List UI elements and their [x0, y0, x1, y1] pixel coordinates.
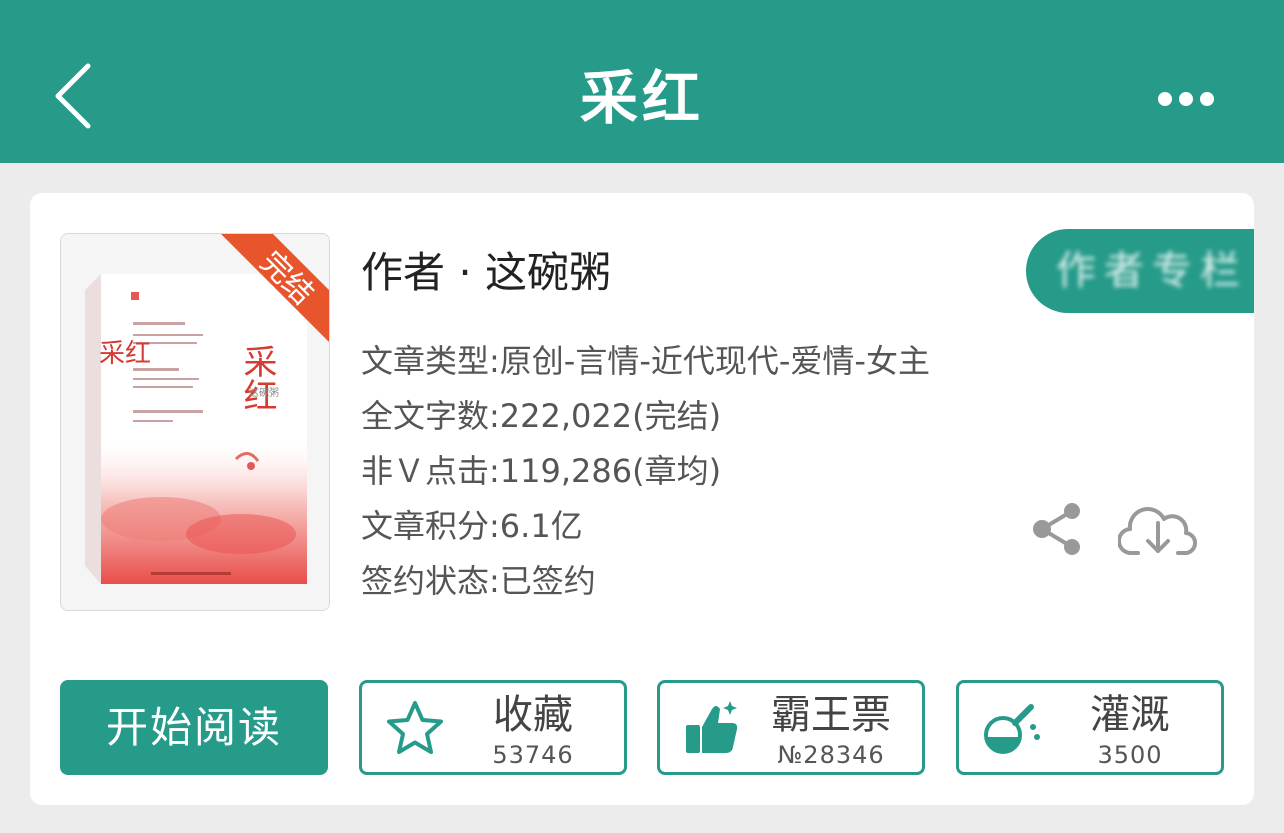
start-reading-button[interactable]: 开始阅读	[60, 680, 328, 775]
ticket-count: №28346	[777, 741, 885, 769]
favorite-count: 53746	[492, 741, 574, 769]
thumbs-up-icon	[686, 701, 738, 753]
favorite-label: 收藏	[493, 692, 573, 738]
download-button[interactable]	[1117, 499, 1198, 561]
book-cover[interactable]: 采红 采红 这碗粥 完结	[60, 233, 330, 611]
irrigate-button[interactable]: 灌溉 3500	[956, 680, 1224, 775]
more-dots-icon	[1158, 92, 1214, 106]
info-score: 文章积分:6.1亿	[361, 507, 583, 545]
info-sign-status: 签约状态:已签约	[361, 562, 596, 600]
share-button[interactable]	[1030, 501, 1086, 557]
top-bar: 采红	[0, 0, 1284, 163]
author-column-button[interactable]: 作者专栏	[1026, 229, 1254, 313]
favorite-button[interactable]: 收藏 53746	[359, 680, 627, 775]
info-clicks: 非Ｖ点击:119,286(章均)	[361, 452, 722, 490]
star-icon	[387, 701, 443, 754]
share-icon	[1033, 503, 1080, 555]
author-line[interactable]: 作者 · 这碗粥	[361, 245, 611, 301]
cover-art: 采红 采红 这碗粥 完结	[61, 234, 329, 610]
more-button[interactable]	[1156, 85, 1216, 113]
author-column-label: 作者专栏	[1056, 248, 1248, 294]
irrigate-count: 3500	[1097, 741, 1163, 769]
cover-side-title: 采红	[99, 339, 151, 369]
page-title: 采红	[579, 64, 704, 132]
ticket-label: 霸王票	[771, 692, 891, 738]
cloud-download-icon	[1117, 507, 1197, 556]
book-info-card: 采红 采红 这碗粥 完结 作者 · 这碗粥 作者专栏 文章类型:原创-言情-近代…	[30, 193, 1254, 805]
irrigate-label: 灌溉	[1090, 692, 1170, 738]
info-word-count: 全文字数:222,022(完结)	[361, 397, 722, 435]
flask-icon	[984, 704, 1040, 754]
cover-author: 这碗粥	[249, 386, 279, 399]
cover-title: 采红	[237, 344, 277, 412]
ticket-button[interactable]: 霸王票 №28346	[657, 680, 925, 775]
info-category: 文章类型:原创-言情-近代现代-爱情-女主	[361, 342, 930, 380]
